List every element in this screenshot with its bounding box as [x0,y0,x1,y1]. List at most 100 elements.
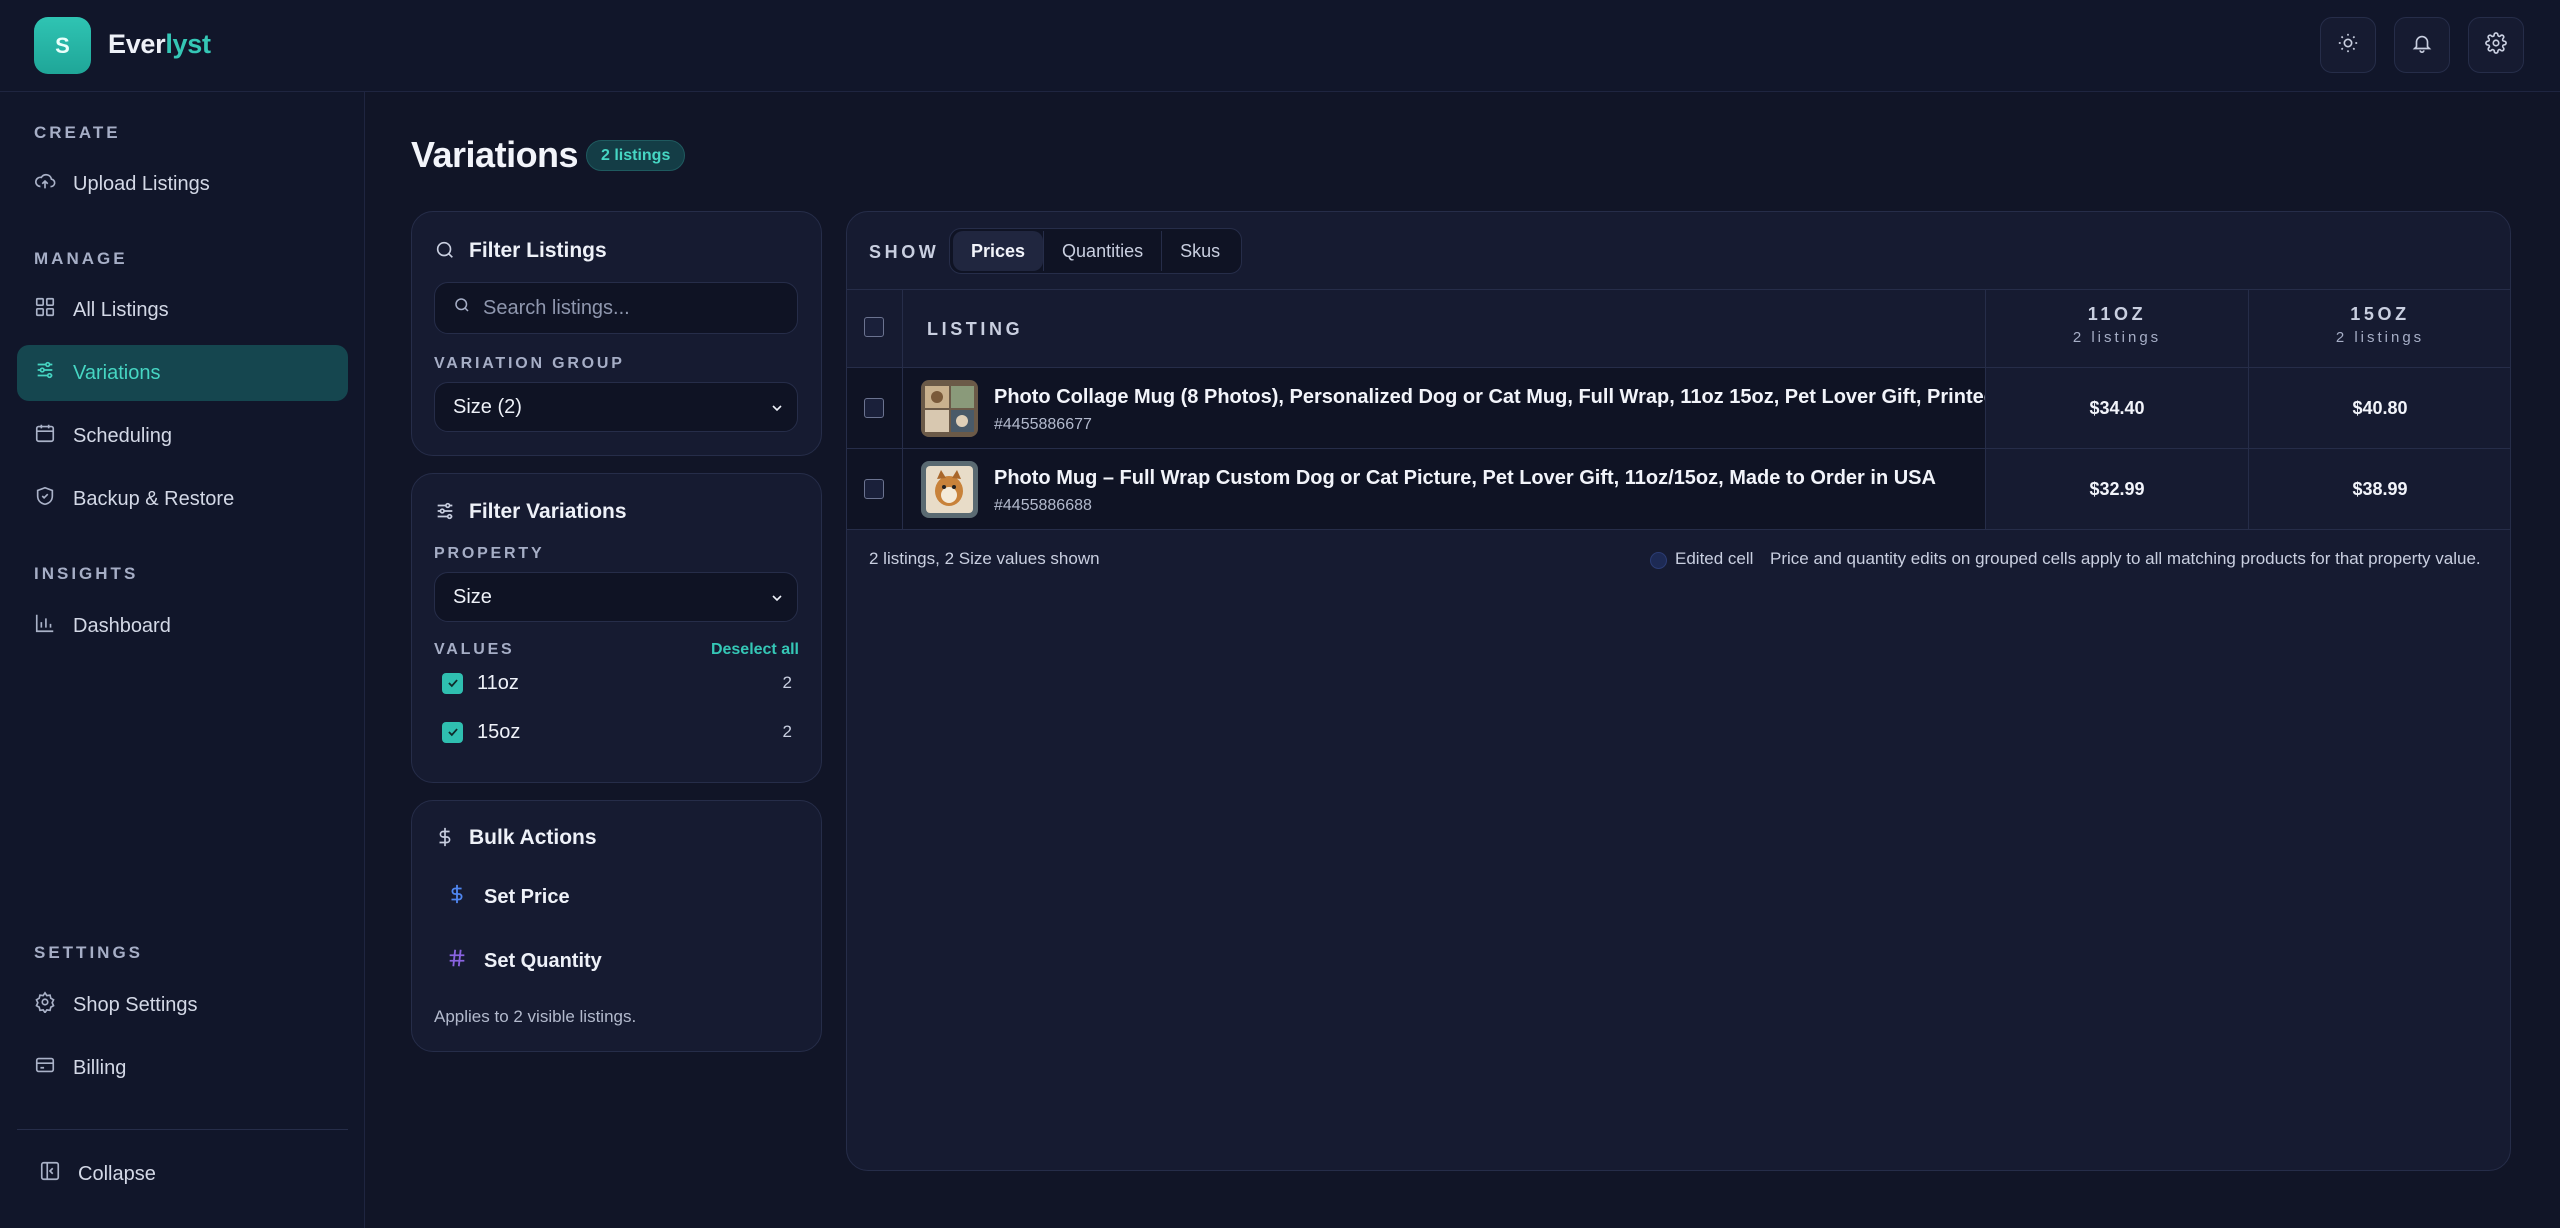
set-price-label: Set Price [484,885,570,908]
value-label: 11oz [477,671,519,694]
search-icon [453,296,471,320]
notifications-button[interactable] [2394,17,2450,73]
row-checkbox[interactable] [864,479,884,499]
bar-chart-icon [34,612,56,640]
price-cell[interactable]: $34.40 [1986,368,2248,448]
gear-icon [2485,31,2507,59]
chevron-down-icon [769,589,785,605]
column-divider [902,368,903,448]
value-count: 2 [782,673,792,692]
bulk-actions-panel: Bulk Actions Set Price Set Quantity Appl… [411,800,822,1052]
settings-button[interactable] [2468,17,2524,73]
set-price-button[interactable]: Set Price [446,883,570,911]
select-all-checkbox[interactable] [864,317,884,337]
logo-badge[interactable]: S [34,17,91,74]
values-label: VALUES [434,641,515,658]
listing-sku: #4455886688 [994,497,1092,514]
edited-cell-legend: Edited cell [1675,549,1754,568]
price-cell[interactable]: $38.99 [2249,449,2510,529]
sidebar-item-billing[interactable]: Billing [17,1040,348,1096]
edited-cell-swatch [1650,552,1667,569]
listing-thumbnail[interactable] [921,461,978,518]
sidebar-item-dashboard[interactable]: Dashboard [17,598,348,654]
value-row-11oz[interactable]: 11oz 2 [434,668,798,698]
brand-name: Everlyst [108,29,211,60]
sidebar-item-scheduling[interactable]: Scheduling [17,408,348,464]
sidebar-item-label: Shop Settings [73,993,198,1016]
brand-main: Ever [108,29,166,59]
sidebar-item-shop-settings[interactable]: Shop Settings [17,977,348,1033]
sidebar-item-label: Scheduling [73,424,172,447]
value-count: 2 [782,722,792,741]
calendar-icon [34,422,56,450]
sidebar-item-backup-restore[interactable]: Backup & Restore [17,471,348,527]
listing-column-header[interactable]: LISTING [927,319,1023,340]
tab-skus[interactable]: Skus [1162,231,1238,271]
price-cell[interactable]: $32.99 [1986,449,2248,529]
collapse-label: Collapse [78,1162,156,1185]
sidebar-item-label: Backup & Restore [73,487,235,510]
sun-icon [2337,32,2359,59]
table-row[interactable]: Photo Mug – Full Wrap Custom Dog or Cat … [847,449,2510,530]
section-create: CREATE [34,123,121,142]
listing-thumbnail[interactable] [921,380,978,437]
page-title: Variations [411,134,579,175]
search-icon [434,239,456,261]
search-input[interactable]: Search listings... [434,282,798,334]
sidebar-item-label: Upload Listings [73,172,210,195]
table-summary: 2 listings, 2 Size values shown [869,549,1100,568]
row-checkbox[interactable] [864,398,884,418]
column-header-15oz[interactable]: 15OZ 2 listings [2249,290,2510,346]
column-divider [902,449,903,529]
collapse-icon [39,1160,61,1188]
chevron-down-icon [769,399,785,415]
sidebar-item-label: Billing [73,1056,127,1079]
bulk-actions-note: Applies to 2 visible listings. [434,1007,637,1026]
bulk-actions-title: Bulk Actions [469,826,597,849]
column-sub: 2 listings [2072,329,2162,346]
value-row-15oz[interactable]: 15oz 2 [434,717,798,747]
cloud-upload-icon [34,170,56,198]
value-label: 15oz [477,720,521,743]
deselect-all-link[interactable]: Deselect all [711,641,799,659]
set-quantity-button[interactable]: Set Quantity [446,947,602,975]
property-select[interactable]: Size [434,572,798,622]
gear-icon [34,991,56,1019]
column-header-11oz[interactable]: 11OZ 2 listings [1986,290,2248,346]
column-divider [902,290,903,369]
grid-icon [34,296,56,324]
listing-sku: #4455886677 [994,416,1092,433]
property-label: PROPERTY [434,545,545,562]
property-value: Size [453,585,492,608]
tab-prices[interactable]: Prices [953,231,1044,271]
show-tabs: Prices Quantities Skus [949,228,1243,274]
sidebar-item-variations[interactable]: Variations [17,345,348,401]
sidebar-item-label: Variations [73,361,161,384]
price-cell[interactable]: $40.80 [2249,368,2510,448]
value-checkbox[interactable] [442,672,463,694]
table-row[interactable]: Photo Collage Mug (8 Photos), Personaliz… [847,368,2510,449]
sliders-icon [434,500,456,522]
brand-accent: lyst [165,29,211,59]
filter-variations-title: Filter Variations [469,500,627,523]
table-header: LISTING 11OZ 2 listings 15OZ 2 listings [847,289,2510,369]
sidebar-item-all-listings[interactable]: All Listings [17,282,348,338]
sidebar-item-upload-listings[interactable]: Upload Listings [17,156,348,212]
column-sub: 2 listings [2335,329,2425,346]
sidebar: CREATE Upload Listings MANAGE All Listin… [0,92,365,1228]
tab-quantities[interactable]: Quantities [1044,231,1161,271]
column-name: 15OZ [2350,304,2410,324]
bell-icon [2411,32,2433,59]
listing-title[interactable]: Photo Collage Mug (8 Photos), Personaliz… [994,386,2067,409]
collapse-button[interactable]: Collapse [22,1146,353,1202]
theme-toggle-button[interactable] [2320,17,2376,73]
sidebar-item-label: All Listings [73,298,169,321]
section-manage: MANAGE [34,249,128,268]
hash-icon [446,947,468,975]
filter-variations-panel: Filter Variations PROPERTY Size VALUES D… [411,473,822,783]
value-checkbox[interactable] [442,721,463,743]
listing-title[interactable]: Photo Mug – Full Wrap Custom Dog or Cat … [994,467,1936,490]
variation-group-select[interactable]: Size (2) [434,382,798,432]
listing-count-badge: 2 listings [586,140,686,171]
sidebar-item-label: Dashboard [73,614,171,637]
